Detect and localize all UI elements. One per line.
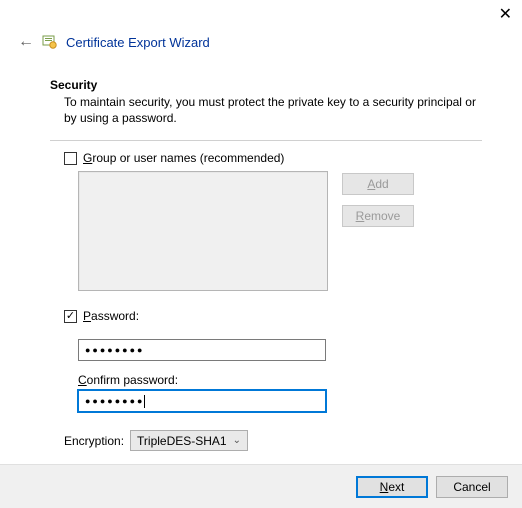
group-users-listbox <box>78 171 328 291</box>
section-heading: Security <box>50 78 482 92</box>
encryption-label: Encryption: <box>64 434 124 448</box>
remove-button: Remove <box>342 205 414 227</box>
text-caret <box>144 395 145 408</box>
encryption-select[interactable]: TripleDES-SHA1 ⌄ <box>130 430 248 451</box>
wizard-title: Certificate Export Wizard <box>66 35 210 50</box>
divider <box>50 140 482 141</box>
password-input[interactable]: ●●●●●●●● <box>78 339 326 361</box>
close-icon[interactable]: ✕ <box>499 4 512 24</box>
group-users-checkbox[interactable] <box>64 152 77 165</box>
password-checkbox[interactable] <box>64 310 77 323</box>
chevron-down-icon: ⌄ <box>233 435 241 446</box>
group-users-label: Group or user names (recommended) <box>83 151 284 165</box>
add-button: Add <box>342 173 414 195</box>
confirm-password-input[interactable]: ●●●●●●●● <box>78 390 326 412</box>
cancel-button[interactable]: Cancel <box>436 476 508 498</box>
certificate-icon <box>42 34 58 50</box>
section-description: To maintain security, you must protect t… <box>64 94 482 126</box>
encryption-value: TripleDES-SHA1 <box>137 434 227 448</box>
back-arrow-icon[interactable]: ← <box>16 34 36 50</box>
confirm-password-label: Confirm password: <box>78 373 482 387</box>
password-checkbox-label: Password: <box>83 309 139 323</box>
next-button[interactable]: Next <box>356 476 428 498</box>
